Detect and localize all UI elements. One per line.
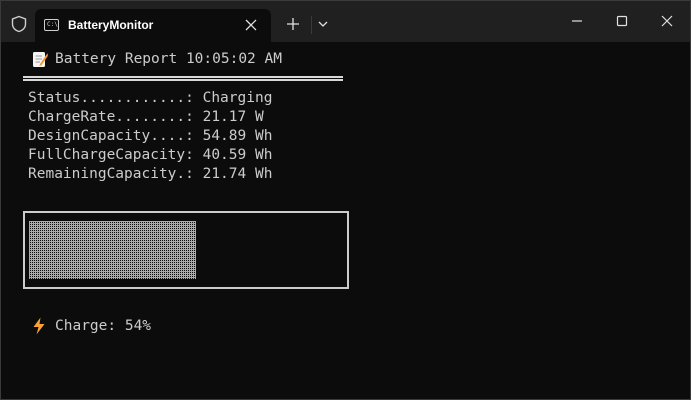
maximize-button[interactable] xyxy=(608,9,636,33)
charge-progress-bar xyxy=(23,211,349,289)
close-tab-icon[interactable] xyxy=(242,16,260,34)
terminal-icon: C:\ xyxy=(44,19,59,31)
report-line-charge-rate: ChargeRate........: 21.17 W xyxy=(28,109,264,125)
memo-icon xyxy=(33,52,48,67)
close-window-button[interactable] xyxy=(653,9,681,33)
charge-label: Charge: 54% xyxy=(55,318,152,334)
title-bar[interactable]: C:\ BatteryMonitor xyxy=(1,1,690,42)
report-line-design-capacity: DesignCapacity....: 54.89 Wh xyxy=(28,128,273,144)
report-line-status: Status............: Charging xyxy=(28,90,273,106)
tab-separator xyxy=(311,16,312,34)
lightning-icon xyxy=(33,317,45,335)
report-header: Battery Report 10:05:02 AM xyxy=(55,51,282,67)
report-line-full-charge-capacity: FullChargeCapacity: 40.59 Wh xyxy=(28,147,273,163)
new-tab-plus-icon[interactable] xyxy=(283,14,303,34)
minimize-button[interactable] xyxy=(563,9,591,33)
terminal-content[interactable]: Battery Report 10:05:02 AM Status.......… xyxy=(1,42,690,399)
tab-title: BatteryMonitor xyxy=(68,18,154,32)
report-line-remaining-capacity: RemainingCapacity.: 21.74 Wh xyxy=(28,166,273,182)
tab-battery-monitor[interactable]: C:\ BatteryMonitor xyxy=(35,9,271,42)
shield-icon[interactable] xyxy=(10,15,28,33)
charge-progress-fill xyxy=(29,221,196,279)
chevron-down-icon[interactable] xyxy=(314,15,332,33)
terminal-window: C:\ BatteryMonitor Battery Report 10:05:… xyxy=(0,0,691,400)
double-divider xyxy=(23,76,343,81)
